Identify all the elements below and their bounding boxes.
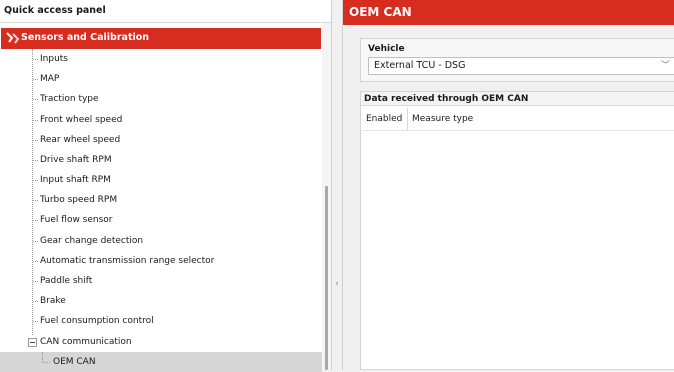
tree-item-label: Traction type xyxy=(40,94,99,104)
tree-item-label: Inputs xyxy=(40,54,68,64)
tree-item-traction-type[interactable]: Traction type xyxy=(0,89,322,109)
tree-item-front-wheel-speed[interactable]: Front wheel speed xyxy=(0,110,322,130)
tree-item-label: Fuel flow sensor xyxy=(40,215,113,225)
column-header-enabled[interactable]: Enabled xyxy=(362,108,408,130)
section-label: Sensors and Calibration xyxy=(21,32,150,43)
tree-item-input-shaft-rpm[interactable]: Input shaft RPM xyxy=(0,170,322,190)
collapse-expander-icon[interactable] xyxy=(28,338,37,347)
column-header-measure-type[interactable]: Measure type xyxy=(408,108,668,130)
vehicle-select-value: External TCU - DSG xyxy=(374,60,466,71)
vehicle-group: Vehicle External TCU - DSG ﹀ xyxy=(360,38,674,82)
tree-item-paddle-shift[interactable]: Paddle shift xyxy=(0,271,322,291)
quick-access-panel: Quick access panel Sensors and Calibrati… xyxy=(0,0,332,372)
tree-item-label: Front wheel speed xyxy=(40,115,123,125)
chevron-left-icon[interactable]: ‹ xyxy=(333,278,341,290)
tree-item-rear-wheel-speed[interactable]: Rear wheel speed xyxy=(0,130,322,150)
tree-item-drive-shaft-rpm[interactable]: Drive shaft RPM xyxy=(0,150,322,170)
tree-item-turbo-speed-rpm[interactable]: Turbo speed RPM xyxy=(0,190,322,210)
tree-item-map[interactable]: MAP xyxy=(0,69,322,89)
tree-item-oem-can[interactable]: OEM CAN xyxy=(0,352,322,372)
tree-item-automatic-transmission-range-selector[interactable]: Automatic transmission range selector xyxy=(0,251,322,271)
sensor-icon xyxy=(6,32,20,44)
scrollbar-thumb[interactable] xyxy=(325,186,328,370)
vehicle-label: Vehicle xyxy=(368,44,405,54)
tree-item-label: Fuel consumption control xyxy=(40,316,154,326)
tree-item-can-communication[interactable]: CAN communication xyxy=(0,332,322,352)
panel-splitter[interactable]: ‹ xyxy=(332,0,343,370)
tree-item-fuel-flow-sensor[interactable]: Fuel flow sensor xyxy=(0,210,322,230)
tree-item-brake[interactable]: Brake xyxy=(0,291,322,311)
tree-item-gear-change-detection[interactable]: Gear change detection xyxy=(0,231,322,251)
tree-item-label: Drive shaft RPM xyxy=(40,155,112,165)
oem-can-panel: OEM CAN Vehicle External TCU - DSG ﹀ Dat… xyxy=(343,0,674,370)
quick-access-title: Quick access panel xyxy=(4,5,106,16)
page-title: OEM CAN xyxy=(343,0,674,25)
tree-scrollbar[interactable] xyxy=(322,23,331,370)
tree-item-label: Automatic transmission range selector xyxy=(40,256,215,266)
navigation-tree: Inputs MAP Traction type Front wheel spe… xyxy=(0,49,322,372)
tree-item-label: MAP xyxy=(40,74,60,84)
tree-item-label: OEM CAN xyxy=(53,357,96,367)
tree-item-fuel-consumption-control[interactable]: Fuel consumption control xyxy=(0,311,322,331)
chevron-down-icon[interactable]: ﹀ xyxy=(661,58,670,74)
vehicle-select[interactable]: External TCU - DSG ﹀ xyxy=(368,57,674,75)
oem-can-data-group: Data received through OEM CAN Enabled Me… xyxy=(360,91,674,370)
sensors-calibration-section[interactable]: Sensors and Calibration xyxy=(1,28,321,49)
data-grid-header: Enabled Measure type xyxy=(362,108,674,131)
divider xyxy=(0,22,331,23)
data-group-title: Data received through OEM CAN xyxy=(361,92,674,106)
tree-item-label: Brake xyxy=(40,296,66,306)
tree-item-inputs[interactable]: Inputs xyxy=(0,49,322,69)
tree-item-label: Input shaft RPM xyxy=(40,175,111,185)
tree-item-label: Gear change detection xyxy=(40,236,144,246)
tree-item-label: CAN communication xyxy=(40,337,132,347)
tree-item-label: Rear wheel speed xyxy=(40,135,121,145)
tree-item-label: Paddle shift xyxy=(40,276,93,286)
tree-item-label: Turbo speed RPM xyxy=(40,195,118,205)
